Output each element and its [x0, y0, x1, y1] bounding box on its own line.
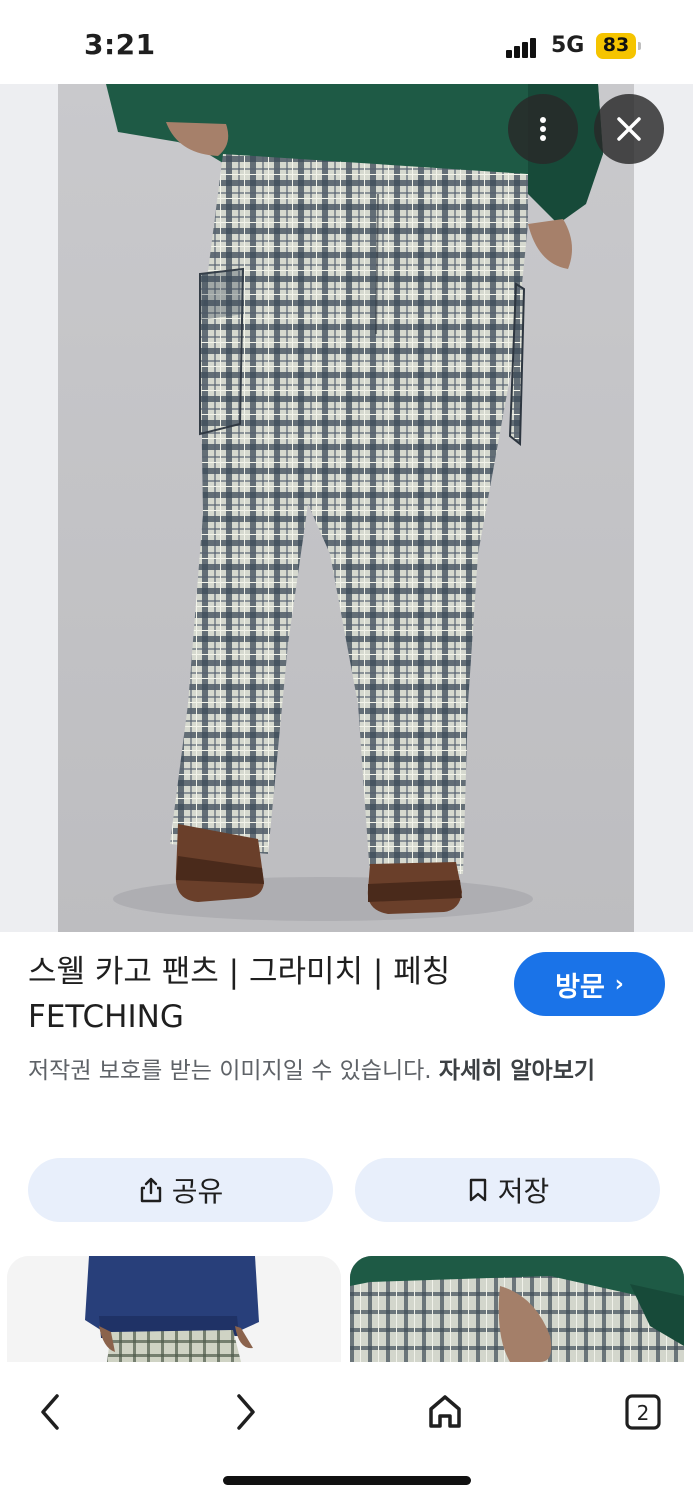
image-viewer: [0, 84, 693, 932]
copyright-text: 저작권 보호를 받는 이미지일 수 있습니다.: [28, 1058, 432, 1084]
save-label: 저장: [497, 1175, 550, 1208]
more-options-button[interactable]: [508, 94, 578, 164]
bookmark-icon: [469, 1178, 486, 1202]
visit-button[interactable]: 방문 ›: [514, 952, 665, 1016]
visit-label: 방문: [555, 971, 605, 1003]
home-indicator: [223, 1476, 471, 1485]
more-vert-icon: [540, 117, 546, 141]
chevron-left-icon: [41, 1394, 59, 1430]
related-image-thumbnail[interactable]: [350, 1256, 684, 1362]
tabs-button[interactable]: 2: [611, 1380, 675, 1444]
status-bar: 3:21 5G 83: [0, 0, 693, 84]
home-button[interactable]: [413, 1380, 477, 1444]
product-image[interactable]: [58, 84, 634, 932]
share-icon: [140, 1177, 161, 1203]
share-button[interactable]: 공유: [28, 1158, 333, 1222]
tabs-icon: 2: [625, 1394, 661, 1430]
forward-button[interactable]: [214, 1380, 278, 1444]
close-button[interactable]: [594, 94, 664, 164]
network-type: 5G: [551, 33, 585, 58]
learn-more-link[interactable]: 자세히 알아보기: [439, 1058, 595, 1084]
tab-count: 2: [637, 1401, 650, 1425]
battery-icon: 83: [596, 33, 642, 59]
chevron-right-icon: ›: [614, 971, 624, 997]
home-icon: [429, 1395, 461, 1428]
share-label: 공유: [171, 1175, 224, 1208]
close-icon: [617, 117, 641, 141]
copyright-notice: 저작권 보호를 받는 이미지일 수 있습니다. 자세히 알아보기: [28, 1053, 678, 1089]
chevron-right-icon: [237, 1394, 255, 1430]
status-time: 3:21: [84, 28, 156, 61]
save-button[interactable]: 저장: [355, 1158, 660, 1222]
back-button[interactable]: [18, 1380, 82, 1444]
related-image-thumbnail[interactable]: [7, 1256, 341, 1362]
result-title[interactable]: 스웰 카고 팬츠 | 그라미치 | 페칭 FETCHING: [28, 950, 498, 1040]
battery-level: 83: [602, 34, 630, 56]
cellular-signal-icon: [506, 36, 538, 58]
